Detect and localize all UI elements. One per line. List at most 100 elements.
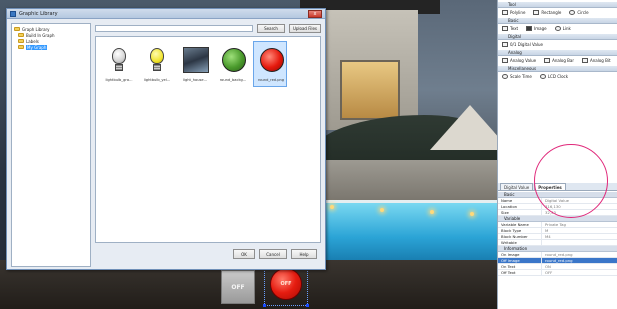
cancel-button[interactable]: Cancel [259, 249, 287, 259]
umbrella-shape [430, 105, 497, 150]
tool-label: Scale Time [510, 74, 532, 79]
tool-label: Polyline [510, 10, 526, 15]
polyline-icon [502, 10, 508, 15]
tool-circle[interactable]: Circle [569, 10, 589, 15]
property-value[interactable]: round_red.png [542, 258, 617, 263]
thumbnail-image [219, 45, 247, 75]
dialog-title: Graphic Library [19, 10, 58, 17]
highlight-annotation-circle [534, 144, 608, 218]
tool-row: Scale Time LCD Clock [498, 72, 617, 81]
red-ball-icon [260, 48, 284, 72]
property-name: Location [498, 204, 542, 209]
tree-item[interactable]: My Graph [14, 44, 88, 50]
thumbnail-caption: round_red.png [257, 78, 285, 82]
tool-rectangle[interactable]: Rectangle [533, 10, 561, 15]
tool-analog-value[interactable]: Analog Value [502, 58, 536, 63]
thumbnail-item[interactable]: light_house... [177, 41, 211, 87]
thumbnail-caption: lightbulb_gra... [105, 78, 133, 82]
house-window [340, 60, 400, 120]
tool-label: Link [562, 26, 571, 31]
property-name: Off Text [498, 270, 542, 275]
photo-image [183, 47, 209, 73]
help-button[interactable]: Help [291, 249, 317, 259]
circle-icon [569, 10, 576, 15]
tool-row: Text Image Link [498, 24, 617, 33]
property-value[interactable]: M4 [542, 234, 617, 239]
tool-row: Analog Value Analog Bar Analog Bit [498, 56, 617, 65]
thumbnail-image [181, 45, 209, 75]
tool-lcd-clock[interactable]: LCD Clock [539, 74, 568, 79]
tool-label: Rectangle [541, 10, 562, 15]
pool-light [330, 205, 334, 209]
pool-deck [300, 160, 497, 200]
thumbnail-item[interactable]: lightbulb_yel... [139, 41, 173, 87]
pool-light [380, 208, 384, 212]
tool-0-1-digital-value[interactable]: 0/1 Digital Value [502, 42, 543, 47]
thumbnail-item[interactable]: lightbulb_gra... [101, 41, 135, 87]
property-name: Block Number [498, 234, 542, 239]
library-tree: Graph Library Build In Graph Labels My Grap… [11, 23, 91, 267]
off-button-widget[interactable]: OFF [221, 270, 255, 304]
property-name: Block Type [498, 228, 542, 233]
thumbnail-item[interactable]: round_backg... [215, 41, 249, 87]
rectangle-icon [533, 10, 540, 15]
lightbulb-icon [112, 48, 126, 64]
tool-scale-time[interactable]: Scale Time [502, 74, 532, 79]
folder-icon [14, 27, 20, 31]
folder-icon [18, 45, 24, 49]
clock-icon [539, 74, 546, 79]
tool-link[interactable]: Link [554, 26, 571, 31]
thumbnail-caption: light_house... [182, 78, 208, 82]
thumbnail-item[interactable]: round_red.png [253, 41, 287, 87]
thumbnail-caption: round_backg... [219, 78, 247, 82]
property-name: Size [498, 210, 542, 215]
property-name: Writable [498, 240, 542, 245]
resize-handle[interactable] [263, 304, 266, 307]
tool-analog-bit[interactable]: Analog Bit [582, 58, 611, 63]
property-row[interactable]: Off Text OFF [498, 270, 617, 276]
link-icon [554, 26, 561, 31]
search-input[interactable] [95, 25, 253, 32]
tab-digital-value[interactable]: Digital Value [500, 183, 534, 190]
dialog-titlebar[interactable]: Graphic Library x [7, 9, 325, 19]
hmi-editor-window: OFF OFF Graphic Library x Graph Library B… [0, 0, 617, 309]
property-value[interactable] [542, 240, 617, 245]
property-name: Variable Name [498, 222, 542, 227]
tree-item-label: My Graph [26, 44, 48, 50]
search-button[interactable]: Search [257, 24, 285, 33]
property-value[interactable]: ON [542, 264, 617, 269]
toolbox-section: Analog Analog Value Analog Bar Analog Bit [498, 50, 617, 65]
toolbox-section: Tool Polyline Rectangle Circle [498, 2, 617, 17]
thumbnail-image [257, 45, 285, 75]
tool-analog-bar[interactable]: Analog Bar [544, 58, 574, 63]
digital-value-lamp-widget[interactable]: OFF [270, 268, 302, 300]
resize-handle[interactable] [306, 304, 309, 307]
tool-row: Polyline Rectangle Circle [498, 8, 617, 17]
pool-light [430, 210, 434, 214]
tool-label: 0/1 Digital Value [510, 42, 543, 47]
property-name: On Image [498, 252, 542, 257]
toolbox-section: Miscellaneous Scale Time LCD Clock [498, 66, 617, 81]
close-button[interactable]: x [308, 10, 322, 18]
digital-value-icon [502, 42, 508, 47]
property-value[interactable]: Private Tag [542, 222, 617, 227]
pool-light [470, 212, 474, 216]
property-value[interactable]: OFF [542, 270, 617, 275]
ok-button[interactable]: OK [233, 249, 255, 259]
pool-water [300, 200, 497, 260]
property-name: On Text [498, 264, 542, 269]
app-icon [10, 10, 16, 17]
tool-label: Circle [577, 10, 589, 15]
upload-files-button[interactable]: Upload Files [289, 24, 321, 33]
close-icon: x [313, 11, 317, 17]
tool-text[interactable]: Text [502, 26, 518, 31]
folder-icon [18, 39, 24, 43]
text-icon [502, 26, 508, 31]
tool-image[interactable]: Image [526, 26, 547, 31]
tool-polyline[interactable]: Polyline [502, 10, 525, 15]
property-value[interactable]: M [542, 228, 617, 233]
thumbnail-caption: lightbulb_yel... [143, 78, 171, 82]
tool-label: Analog Value [510, 58, 537, 63]
property-value[interactable]: round_red.png [542, 252, 617, 257]
tool-label: Analog Bar [552, 58, 575, 63]
